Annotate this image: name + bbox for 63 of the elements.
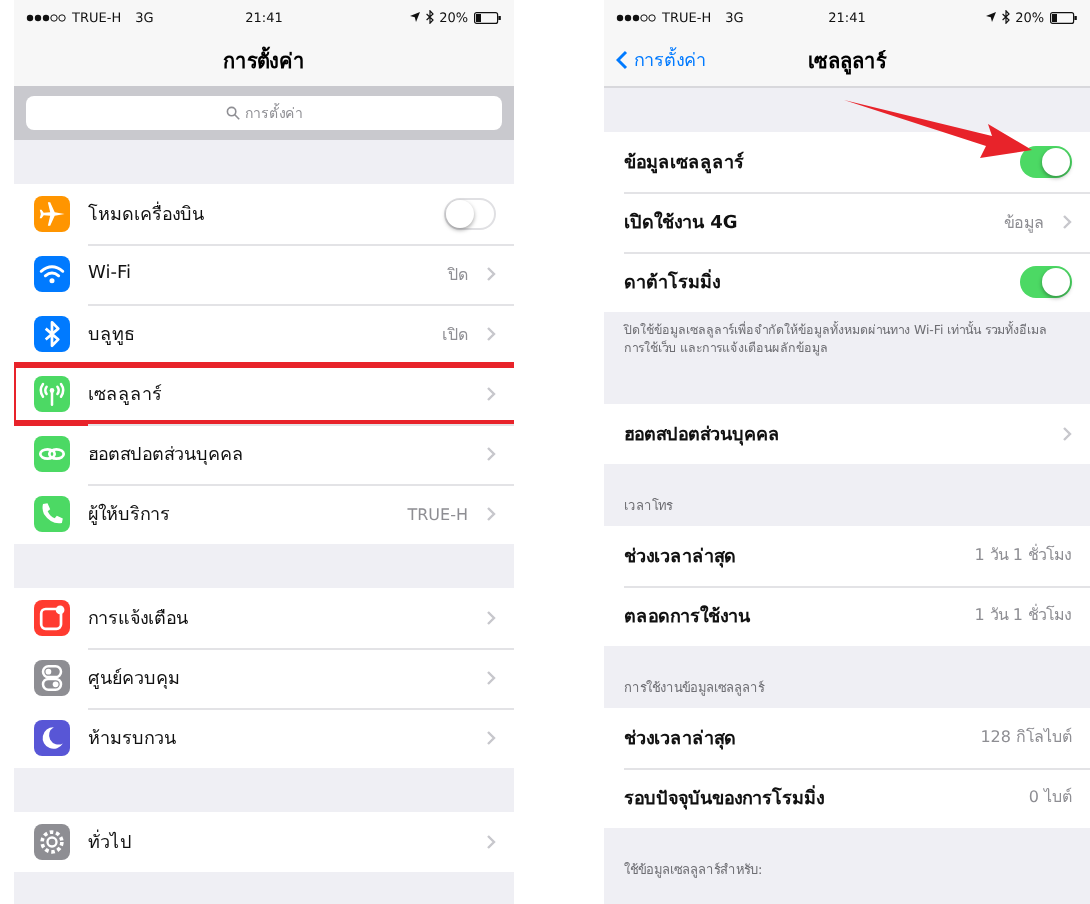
setting-label[interactable]: ศูนย์ควบคุม (88, 664, 468, 692)
setting-value: 1 วัน 1 ชั่วโมง (974, 602, 1072, 629)
setting-value: 128 กิโลไบต์ (980, 725, 1072, 751)
setting-value: ปิด (448, 263, 468, 287)
setting-value: 1 วัน 1 ชั่วโมง (974, 542, 1072, 569)
signal-icon (26, 13, 66, 21)
toggle-switch[interactable] (1020, 146, 1072, 178)
toggle-switch[interactable] (1020, 266, 1072, 298)
wifi-icon (34, 256, 70, 292)
setting-label[interactable]: ห้ามรบกวน (88, 724, 468, 752)
setting-label[interactable]: ทั่วไป (88, 828, 468, 856)
chevron-icon (486, 266, 496, 282)
setting-label[interactable]: รอบปัจจุบันของการโรมมิ่ง (624, 783, 1011, 812)
setting-label[interactable]: ช่วงเวลาล่าสุด (624, 723, 963, 752)
toggle-switch[interactable] (444, 198, 496, 230)
setting-label[interactable]: โหมดเครื่องบิน (88, 200, 426, 228)
chevron-icon (1062, 214, 1072, 230)
back-chevron-icon (616, 50, 628, 70)
chevron-icon (486, 670, 496, 686)
back-button[interactable]: การตั้งค่า (616, 46, 706, 74)
setting-label[interactable]: เซลลูลาร์ (88, 380, 468, 408)
chain-icon (34, 436, 70, 472)
antenna-icon (34, 376, 70, 412)
setting-label[interactable]: บลูทูธ (88, 320, 424, 348)
bluetooth-icon (1001, 10, 1010, 24)
battery-icon (1050, 11, 1079, 23)
chevron-icon (486, 446, 496, 462)
battery-icon (474, 11, 503, 23)
screen-title: เซลลูลาร์ (808, 48, 886, 75)
screen-title: การตั้งค่า (223, 45, 305, 75)
chevron-icon (486, 506, 496, 522)
setting-label[interactable]: ฮอตสปอตส่วนบุคคล (624, 419, 1044, 448)
chevron-icon (486, 730, 496, 746)
setting-label[interactable]: Wi-Fi (88, 264, 430, 284)
setting-value: ข้อมูล (1004, 211, 1044, 235)
setting-label[interactable]: ดาต้าโรมมิ่ง (624, 268, 1002, 296)
chevron-icon (486, 610, 496, 626)
setting-value: เปิด (442, 323, 468, 347)
setting-label[interactable]: ข้อมูลเซลลูลาร์ (624, 148, 1002, 176)
setting-label[interactable]: ผู้ให้บริการ (88, 500, 390, 528)
airplane-icon (34, 196, 70, 232)
setting-value: 0 ไบต์ (1028, 785, 1072, 811)
location-arrow-icon (409, 12, 420, 22)
setting-label[interactable]: ตลอดการใช้งาน (624, 601, 957, 630)
sliders-icon (34, 660, 70, 696)
setting-label[interactable]: เปิดใช้งาน 4G (624, 208, 986, 236)
chevron-icon (486, 326, 496, 342)
chevron-icon (1062, 425, 1072, 442)
bluetooth-icon (425, 10, 434, 24)
search-icon (225, 106, 239, 120)
phone-icon (34, 496, 70, 532)
chevron-icon (486, 386, 496, 402)
setting-label[interactable]: ฮอตสปอตส่วนบุคคล (88, 440, 468, 468)
setting-label[interactable]: การแจ้งเตือน (88, 604, 468, 632)
setting-value: TRUE-H (407, 505, 468, 523)
bluetooth-icon (34, 316, 70, 352)
signal-icon (616, 13, 656, 21)
bell-icon (34, 600, 70, 636)
moon-icon (34, 720, 70, 756)
gear-icon (34, 824, 70, 860)
chevron-icon (486, 834, 496, 850)
setting-label[interactable]: ช่วงเวลาล่าสุด (624, 541, 957, 570)
location-arrow-icon (985, 12, 996, 22)
